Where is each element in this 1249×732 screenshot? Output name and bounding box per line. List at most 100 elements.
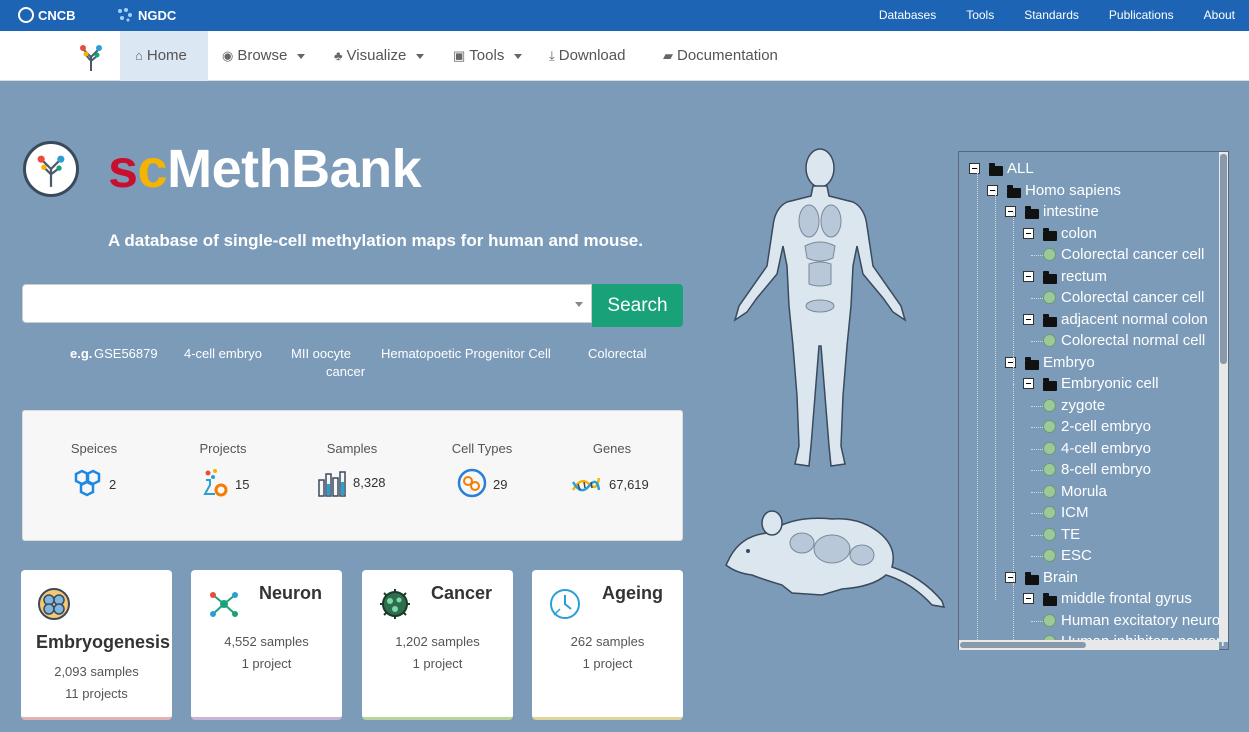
cncb-brand[interactable]: CNCB <box>18 7 76 23</box>
tree-leaf-node[interactable]: Colorectal cancer cell <box>959 287 1228 308</box>
folder-open-icon <box>1025 206 1039 219</box>
tree-folder-node[interactable]: intestine <box>959 201 1228 222</box>
ngdc-brand[interactable]: NGDC <box>116 7 176 23</box>
card-title: Ageing <box>602 583 663 603</box>
tree-scroll-thumb[interactable] <box>1220 154 1227 364</box>
tree-leaf-node[interactable]: TE <box>959 524 1228 545</box>
stat-value: 2 <box>109 477 117 492</box>
example-colorectal-cancer[interactable]: cancer <box>326 364 365 379</box>
folder-open-icon <box>1043 270 1057 284</box>
folder-open-icon <box>1043 378 1057 391</box>
card-projects: 1 project <box>241 656 292 671</box>
collapse-toggle-icon[interactable] <box>1005 571 1016 583</box>
folder-open-icon: ▰ <box>663 48 673 63</box>
nav-browse[interactable]: ◉ Browse <box>222 31 306 81</box>
tree-leaf-node[interactable]: Colorectal cancer cell <box>959 244 1228 265</box>
stat-label: Projects <box>199 441 247 456</box>
site-logo-icon[interactable] <box>76 41 106 73</box>
example-gse56879[interactable]: GSE56879 <box>94 346 158 361</box>
top-link-databases[interactable]: Databases <box>879 0 936 31</box>
taxonomy-tree[interactable]: ALL Homo sapiens intestine colon Colorectal … <box>958 151 1229 650</box>
stat-label: Cell Types <box>451 441 513 456</box>
collapse-toggle-icon[interactable] <box>969 163 980 174</box>
stat-value: 15 <box>235 477 250 492</box>
card-neuron[interactable]: Neuron 4,552 samples 1 project <box>191 570 342 720</box>
nav-download[interactable]: ⤓ Download <box>549 31 625 81</box>
tree-leaf-node[interactable]: zygote <box>959 395 1228 416</box>
nav-home[interactable]: ⌂ Home <box>120 31 208 81</box>
tree-folder-node[interactable]: Embryonic cell <box>959 373 1228 394</box>
stat-value: 67,619 <box>609 477 649 492</box>
eye-icon: ◉ <box>222 48 234 63</box>
tree-node-label: Colorectal normal cell <box>1061 332 1206 349</box>
search-input[interactable] <box>22 284 592 323</box>
tree-folder-node[interactable]: Homo sapiens <box>959 180 1228 201</box>
top-link-tools[interactable]: Tools <box>966 0 994 31</box>
tree-folder-node[interactable]: rectum <box>959 266 1228 287</box>
tree-leaf-node[interactable]: Human excitatory neuron <box>959 610 1229 631</box>
example-colorectal[interactable]: Colorectal <box>588 346 647 361</box>
leaf-node-icon <box>1043 506 1056 519</box>
nav-visualize[interactable]: ♣ Visualize <box>334 31 425 81</box>
tree-folder-node[interactable]: middle frontal gyrus <box>959 588 1228 609</box>
example-4-cell-embryo[interactable]: 4-cell embryo <box>184 346 262 361</box>
collapse-toggle-icon[interactable] <box>1023 378 1034 389</box>
tree-icon: ♣ <box>334 48 343 63</box>
example-hematopoetic[interactable]: Hematopoetic Progenitor Cell <box>381 346 551 361</box>
nav-tools[interactable]: ▣ Tools <box>453 31 523 81</box>
card-title: Neuron <box>259 583 322 603</box>
tree-folder-node[interactable]: Embryo <box>959 352 1228 373</box>
page-title: scMethBank <box>108 139 422 199</box>
nav-visualize-label: Visualize <box>346 47 407 64</box>
tree-node-label: Morula <box>1061 482 1107 500</box>
examples-label: e.g. <box>70 346 93 361</box>
tree-node-label: adjacent normal colon <box>1061 310 1208 328</box>
tree-node-label: Brain <box>1043 568 1079 586</box>
collapse-toggle-icon[interactable] <box>1023 313 1034 325</box>
dropdown-arrow-icon[interactable] <box>575 302 583 307</box>
tree-leaf-node[interactable]: ICM <box>959 502 1228 523</box>
example-mii-oocyte[interactable]: MII oocyte <box>291 346 351 361</box>
card-samples: 262 samples <box>570 634 645 649</box>
nav-documentation-label: Documentation <box>677 47 778 64</box>
collapse-toggle-icon[interactable] <box>1023 270 1034 282</box>
nav-documentation[interactable]: ▰ Documentation <box>663 31 778 81</box>
tree-node-label: colon <box>1061 224 1097 242</box>
tree-folder-node[interactable]: ALL <box>959 158 1228 179</box>
collapse-toggle-icon[interactable] <box>1023 227 1034 239</box>
search-button[interactable]: Search <box>592 284 683 327</box>
human-body-illustration[interactable] <box>733 146 908 471</box>
tree-leaf-node[interactable]: 8-cell embryo <box>959 459 1228 480</box>
folder-open-icon <box>1025 571 1039 585</box>
card-ageing[interactable]: Ageing 262 samples 1 project <box>532 570 683 720</box>
collapse-toggle-icon[interactable] <box>987 184 998 196</box>
card-embryogenesis[interactable]: Embryogenesis 2,093 samples 11 projects <box>21 570 172 720</box>
folder-open-icon <box>989 163 1003 176</box>
collapse-toggle-icon[interactable] <box>1005 356 1016 368</box>
tree-folder-node[interactable]: adjacent normal colon <box>959 309 1228 330</box>
chevron-down-icon <box>297 53 306 59</box>
tree-node-label: rectum <box>1061 267 1107 285</box>
tree-folder-node[interactable]: colon <box>959 223 1228 244</box>
card-projects: 1 project <box>582 656 633 671</box>
tree-leaf-node[interactable]: ESC <box>959 545 1228 566</box>
tree-hscroll-thumb[interactable] <box>960 642 1086 648</box>
tree-node-label: 2-cell embryo <box>1061 418 1152 435</box>
top-link-about[interactable]: About <box>1204 0 1235 31</box>
mouse-illustration[interactable] <box>722 505 947 613</box>
collapse-toggle-icon[interactable] <box>1023 593 1034 604</box>
tree-folder-node[interactable]: Brain <box>959 567 1228 588</box>
collapse-toggle-icon[interactable] <box>1005 206 1016 217</box>
tree-leaf-node[interactable]: 4-cell embryo <box>959 438 1228 459</box>
tree-node-label: TE <box>1061 525 1081 543</box>
top-link-publications[interactable]: Publications <box>1109 0 1174 31</box>
card-cancer[interactable]: Cancer 1,202 samples 1 project <box>362 570 513 720</box>
tree-leaf-node[interactable]: Colorectal normal cell <box>959 330 1228 351</box>
tree-leaf-node[interactable]: 2-cell embryo <box>959 416 1228 437</box>
folder-open-icon <box>1043 593 1057 606</box>
cancer-cell-icon <box>380 589 410 619</box>
download-icon: ⤓ <box>549 48 555 63</box>
tree-node-label: Human excitatory neuron <box>1061 611 1229 629</box>
tree-leaf-node[interactable]: Morula <box>959 481 1228 502</box>
top-link-standards[interactable]: Standards <box>1024 0 1079 31</box>
